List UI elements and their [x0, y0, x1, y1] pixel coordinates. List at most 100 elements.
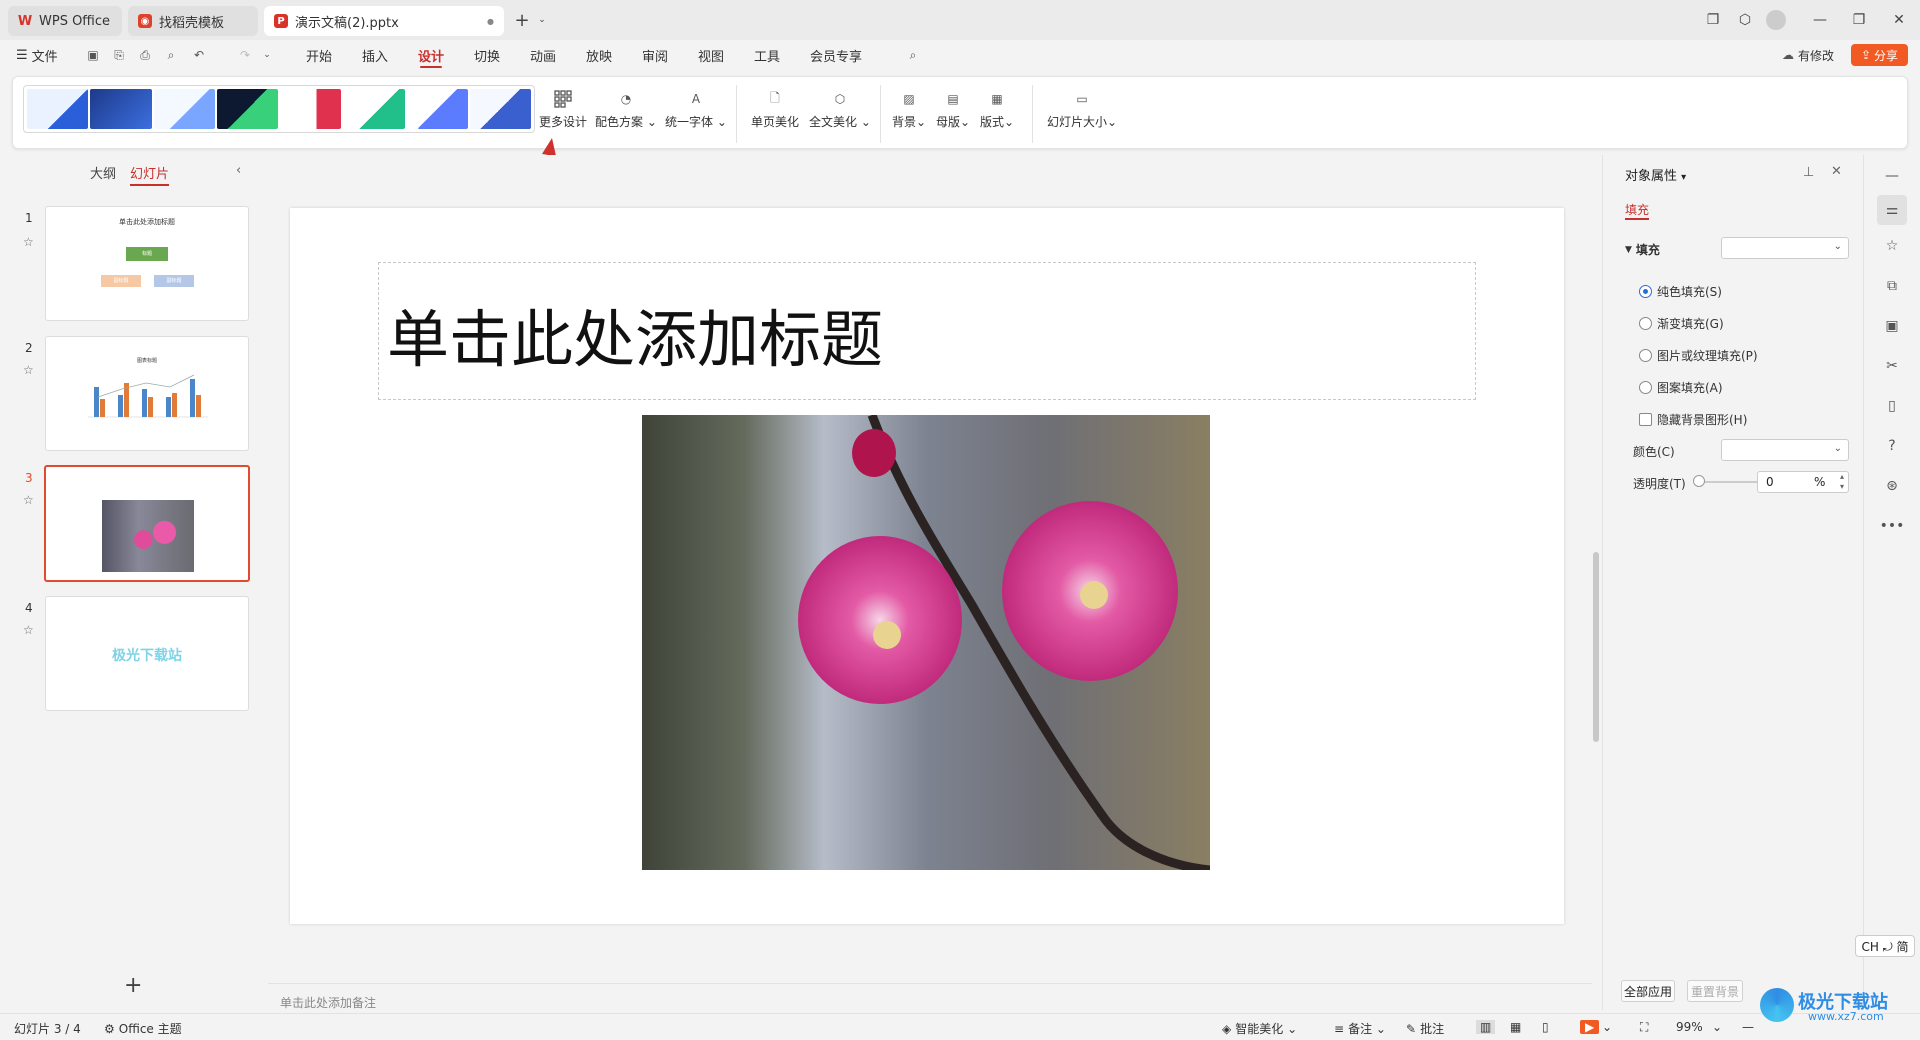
- minimize-icon[interactable]: —: [1810, 10, 1830, 30]
- template-thumb[interactable]: [90, 89, 152, 129]
- fill-section[interactable]: ▼ 填充: [1625, 241, 1660, 258]
- slide-thumb-2[interactable]: 图表标题: [45, 336, 249, 451]
- color-scheme-button[interactable]: ◔ 配色方案 ⌄: [593, 85, 659, 141]
- template-thumb[interactable]: [280, 89, 342, 129]
- avatar[interactable]: [1766, 10, 1786, 30]
- normal-view-icon[interactable]: ▥: [1476, 1020, 1496, 1034]
- collapse-icon[interactable]: —: [1881, 165, 1903, 187]
- star-magic-icon[interactable]: ☆: [1881, 235, 1903, 257]
- menu-view[interactable]: 视图: [698, 40, 724, 70]
- tools-icon[interactable]: ✂: [1881, 355, 1903, 377]
- menu-animation[interactable]: 动画: [530, 40, 556, 70]
- template-thumb[interactable]: [216, 89, 278, 129]
- cube-icon[interactable]: ⬡: [1735, 10, 1755, 30]
- print-preview-icon[interactable]: ⌕: [162, 46, 180, 64]
- single-beautify-button[interactable]: 🗋 单页美化: [747, 85, 803, 141]
- shirt-icon[interactable]: ⊛: [1881, 475, 1903, 497]
- comments-button[interactable]: ✎ 批注: [1406, 1020, 1444, 1037]
- hide-bg-checkbox[interactable]: 隐藏背景图形(H): [1639, 411, 1747, 428]
- theme-indicator[interactable]: ⚙ Office 主题: [104, 1020, 182, 1037]
- color-dropdown[interactable]: ⌄: [1721, 439, 1849, 461]
- panel-title[interactable]: 对象属性 ▾: [1625, 165, 1686, 184]
- slider-handle[interactable]: [1693, 475, 1705, 487]
- tab-template[interactable]: ◉ 找稻壳模板: [128, 6, 258, 36]
- menu-insert[interactable]: 插入: [362, 40, 388, 70]
- tab-slides[interactable]: 幻灯片: [130, 163, 170, 186]
- slide-thumb-1[interactable]: 单击此处添加标题 标题 副标题 副标题: [45, 206, 249, 321]
- scrollbar-thumb[interactable]: [1593, 552, 1599, 742]
- modify-status[interactable]: ☁ 有修改: [1782, 40, 1834, 70]
- collapse-panel-icon[interactable]: ‹: [236, 163, 241, 178]
- tab-document[interactable]: P 演示文稿(2).pptx ●: [264, 6, 504, 36]
- save-icon[interactable]: ▣: [84, 46, 102, 64]
- fit-window-icon[interactable]: ⛶: [1640, 1020, 1648, 1035]
- zoom-level[interactable]: 99%: [1676, 1020, 1703, 1034]
- transparency-input[interactable]: 0 % ▴ ▾: [1757, 471, 1849, 493]
- menu-design[interactable]: 设计: [418, 40, 444, 70]
- design-template-gallery[interactable]: [23, 85, 535, 133]
- title-placeholder[interactable]: 单击此处添加标题: [378, 262, 1476, 400]
- sorter-view-icon[interactable]: ▦: [1510, 1020, 1521, 1034]
- menu-review[interactable]: 审阅: [642, 40, 668, 70]
- print-icon[interactable]: ⎙: [136, 46, 154, 64]
- pattern-fill-option[interactable]: 图案填充(A): [1639, 379, 1723, 396]
- properties-icon[interactable]: ⚌: [1877, 195, 1907, 225]
- tab-fill[interactable]: 填充: [1625, 201, 1649, 218]
- menu-slideshow[interactable]: 放映: [586, 40, 612, 70]
- menu-transition[interactable]: 切换: [474, 40, 500, 70]
- smart-beautify-button[interactable]: ◈ 智能美化 ⌄: [1222, 1020, 1297, 1037]
- redo-icon[interactable]: ↷: [236, 46, 254, 64]
- window-restore-icon[interactable]: ❐: [1703, 10, 1723, 30]
- file-menu[interactable]: ☰ 文件: [16, 40, 58, 70]
- close-panel-icon[interactable]: ✕: [1831, 164, 1842, 179]
- zoom-out-icon[interactable]: —: [1742, 1020, 1754, 1034]
- help-icon[interactable]: ?: [1881, 435, 1903, 457]
- star-icon[interactable]: ☆: [23, 235, 34, 249]
- unify-font-button[interactable]: A 统一字体 ⌄: [663, 85, 729, 141]
- template-thumb[interactable]: [27, 89, 89, 129]
- notes-button[interactable]: ≡ 备注 ⌄: [1334, 1020, 1386, 1037]
- more-icon[interactable]: •••: [1880, 515, 1905, 537]
- more-quick-access-icon[interactable]: ⌄: [258, 46, 276, 64]
- apply-all-button[interactable]: 全部应用: [1621, 980, 1675, 1002]
- new-tab-icon[interactable]: +: [512, 10, 532, 31]
- slide-thumb-3[interactable]: [44, 465, 250, 582]
- play-options-icon[interactable]: ⌄: [1602, 1020, 1612, 1034]
- search-icon[interactable]: ⌕: [904, 46, 922, 64]
- master-button[interactable]: ▤ 母版⌄: [933, 85, 973, 141]
- add-slide-icon[interactable]: +: [124, 973, 142, 998]
- flower-image[interactable]: [642, 415, 1210, 870]
- close-icon[interactable]: ✕: [1889, 10, 1909, 30]
- ime-indicator[interactable]: CH ⤾ 简: [1855, 935, 1915, 957]
- slide-size-button[interactable]: ▭ 幻灯片大小⌄: [1043, 85, 1121, 141]
- more-design-button[interactable]: 更多设计: [533, 85, 593, 141]
- menu-start[interactable]: 开始: [306, 40, 332, 70]
- undo-icon[interactable]: ↶: [190, 46, 208, 64]
- template-thumb[interactable]: [469, 89, 531, 129]
- solid-fill-option[interactable]: 纯色填充(S): [1639, 283, 1722, 300]
- slide-thumb-4[interactable]: 极光下载站: [45, 596, 249, 711]
- menu-member[interactable]: 会员专享: [810, 40, 862, 70]
- copy-icon[interactable]: ⧉: [1881, 275, 1903, 297]
- tab-outline[interactable]: 大纲: [90, 163, 116, 182]
- share-button[interactable]: ⇪ 分享: [1851, 44, 1908, 66]
- full-beautify-button[interactable]: ⬡ 全文美化 ⌄: [809, 85, 871, 141]
- star-icon[interactable]: ☆: [23, 363, 34, 377]
- spinner-icon[interactable]: ▴ ▾: [1840, 472, 1844, 492]
- picture-fill-option[interactable]: 图片或纹理填充(P): [1639, 347, 1758, 364]
- menu-tools[interactable]: 工具: [754, 40, 780, 70]
- star-icon[interactable]: ☆: [23, 493, 34, 507]
- template-thumb[interactable]: [406, 89, 468, 129]
- fill-dropdown[interactable]: ⌄: [1721, 237, 1849, 259]
- pin-icon[interactable]: ⊥: [1803, 165, 1814, 180]
- book-icon[interactable]: ▯: [1881, 395, 1903, 417]
- background-button[interactable]: ▨ 背景⌄: [889, 85, 929, 141]
- star-icon[interactable]: ☆: [23, 623, 34, 637]
- layout-button[interactable]: ▦ 版式⌄: [977, 85, 1017, 141]
- zoom-dropdown-icon[interactable]: ⌄: [1712, 1020, 1722, 1034]
- notes-area[interactable]: 单击此处添加备注: [268, 983, 1592, 1013]
- template-thumb[interactable]: [343, 89, 405, 129]
- reset-background-button[interactable]: 重置背景: [1687, 980, 1743, 1002]
- chevron-down-icon[interactable]: ⌄: [532, 10, 552, 30]
- vertical-scrollbar[interactable]: [1590, 152, 1602, 978]
